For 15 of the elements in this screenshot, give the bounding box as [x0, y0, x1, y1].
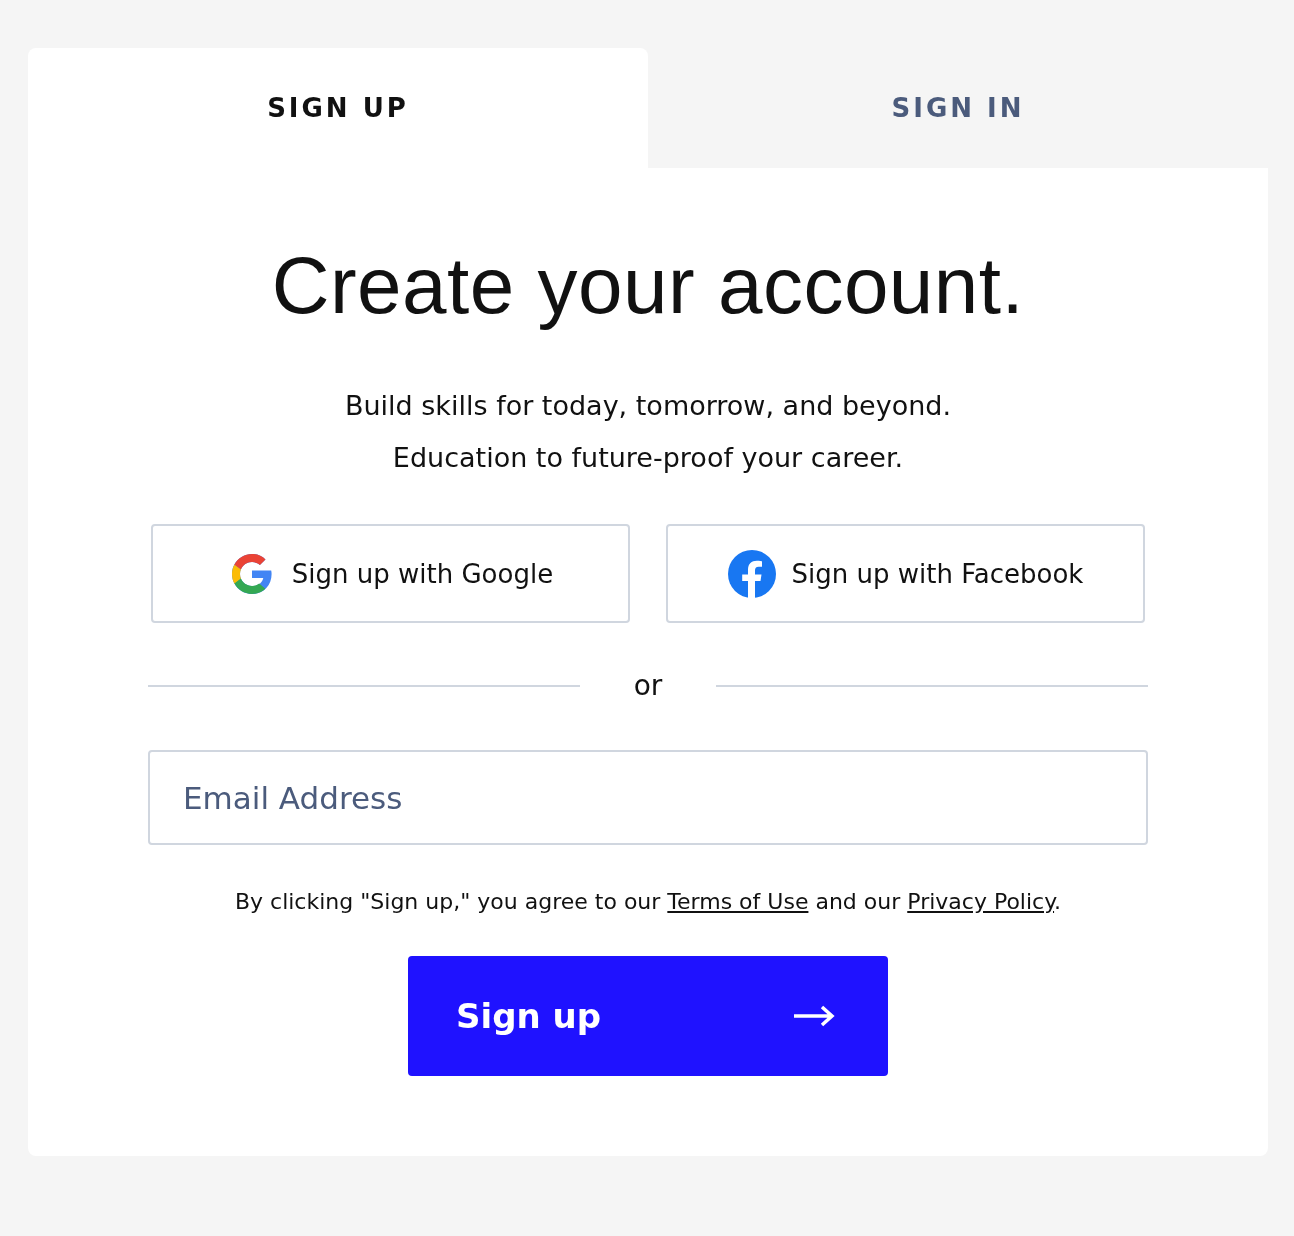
tab[interactable]: SIGN UP	[28, 48, 648, 168]
tab[interactable]: SIGN IN	[648, 48, 1268, 168]
terms-link[interactable]: Privacy Policy	[907, 889, 1055, 914]
subtitle-text: Education to future-proof your career.	[392, 441, 904, 475]
subtitle-text: Build skills for today, tomorrow, and beyond.	[344, 389, 952, 423]
page-title: Create your account.	[271, 240, 1025, 332]
facebook-signup-button[interactable]: Sign up with Facebook	[666, 524, 1145, 623]
email-field[interactable]: Email Address	[148, 750, 1148, 845]
google-signup-button[interactable]: Sign up with Google	[151, 524, 630, 623]
terms-text: By clicking "Sign up," you agree to our Terms of Use and our Privacy Policy.	[234, 889, 1062, 914]
signup-button[interactable]: Sign up	[408, 956, 888, 1076]
arrow-right-icon	[792, 1004, 836, 1028]
terms-link[interactable]: Terms of Use	[667, 889, 809, 914]
facebook-icon	[727, 549, 776, 598]
divider-text: or	[632, 669, 664, 702]
